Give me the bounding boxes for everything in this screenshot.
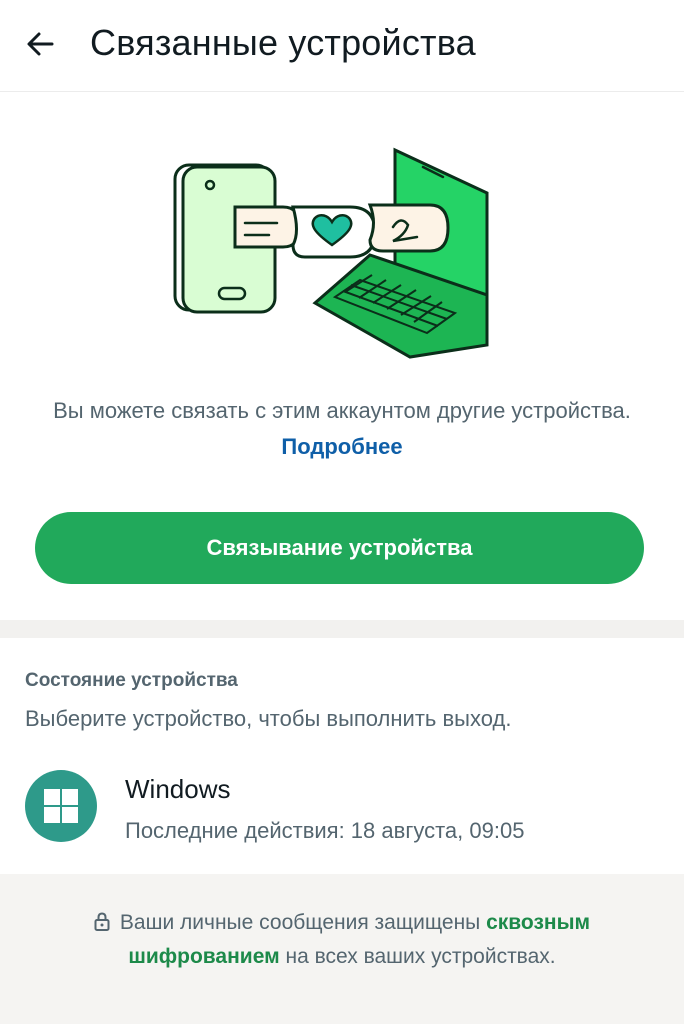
device-avatar <box>25 770 97 842</box>
device-last-active: Последние действия: 18 августа, 09:05 <box>125 818 525 843</box>
encryption-note: Ваши личные сообщения защищены сквозным … <box>40 906 644 974</box>
arrow-left-icon <box>27 32 54 56</box>
encryption-text-before: Ваши личные сообщения защищены <box>119 911 481 934</box>
lock-icon <box>94 912 110 931</box>
section-title: Состояние устройства <box>25 670 238 691</box>
linked-devices-illustration <box>173 147 489 359</box>
encryption-text-after: на всех ваших устройствах. <box>285 945 556 968</box>
hero-section: Вы можете связать с этим аккаунтом други… <box>0 93 684 620</box>
back-button[interactable] <box>16 20 64 68</box>
windows-logo-icon <box>44 789 78 823</box>
learn-more-link[interactable]: Подробнее <box>281 434 402 459</box>
device-row-windows[interactable]: Windows Последние действия: 18 августа, … <box>0 758 684 858</box>
page-title: Связанные устройства <box>90 22 476 63</box>
description: Вы можете связать с этим аккаунтом други… <box>40 393 644 465</box>
section-divider <box>0 620 684 638</box>
description-text: Вы можете связать с этим аккаунтом други… <box>53 398 631 423</box>
device-list-section: Состояние устройства Выберите устройство… <box>0 638 684 874</box>
section-subtitle: Выберите устройство, чтобы выполнить вых… <box>25 706 512 731</box>
encryption-footer: Ваши личные сообщения защищены сквозным … <box>0 874 684 1024</box>
device-name: Windows <box>125 774 231 804</box>
app-header: Связанные устройства <box>0 0 684 92</box>
link-device-button[interactable]: Связывание устройства <box>35 512 644 584</box>
